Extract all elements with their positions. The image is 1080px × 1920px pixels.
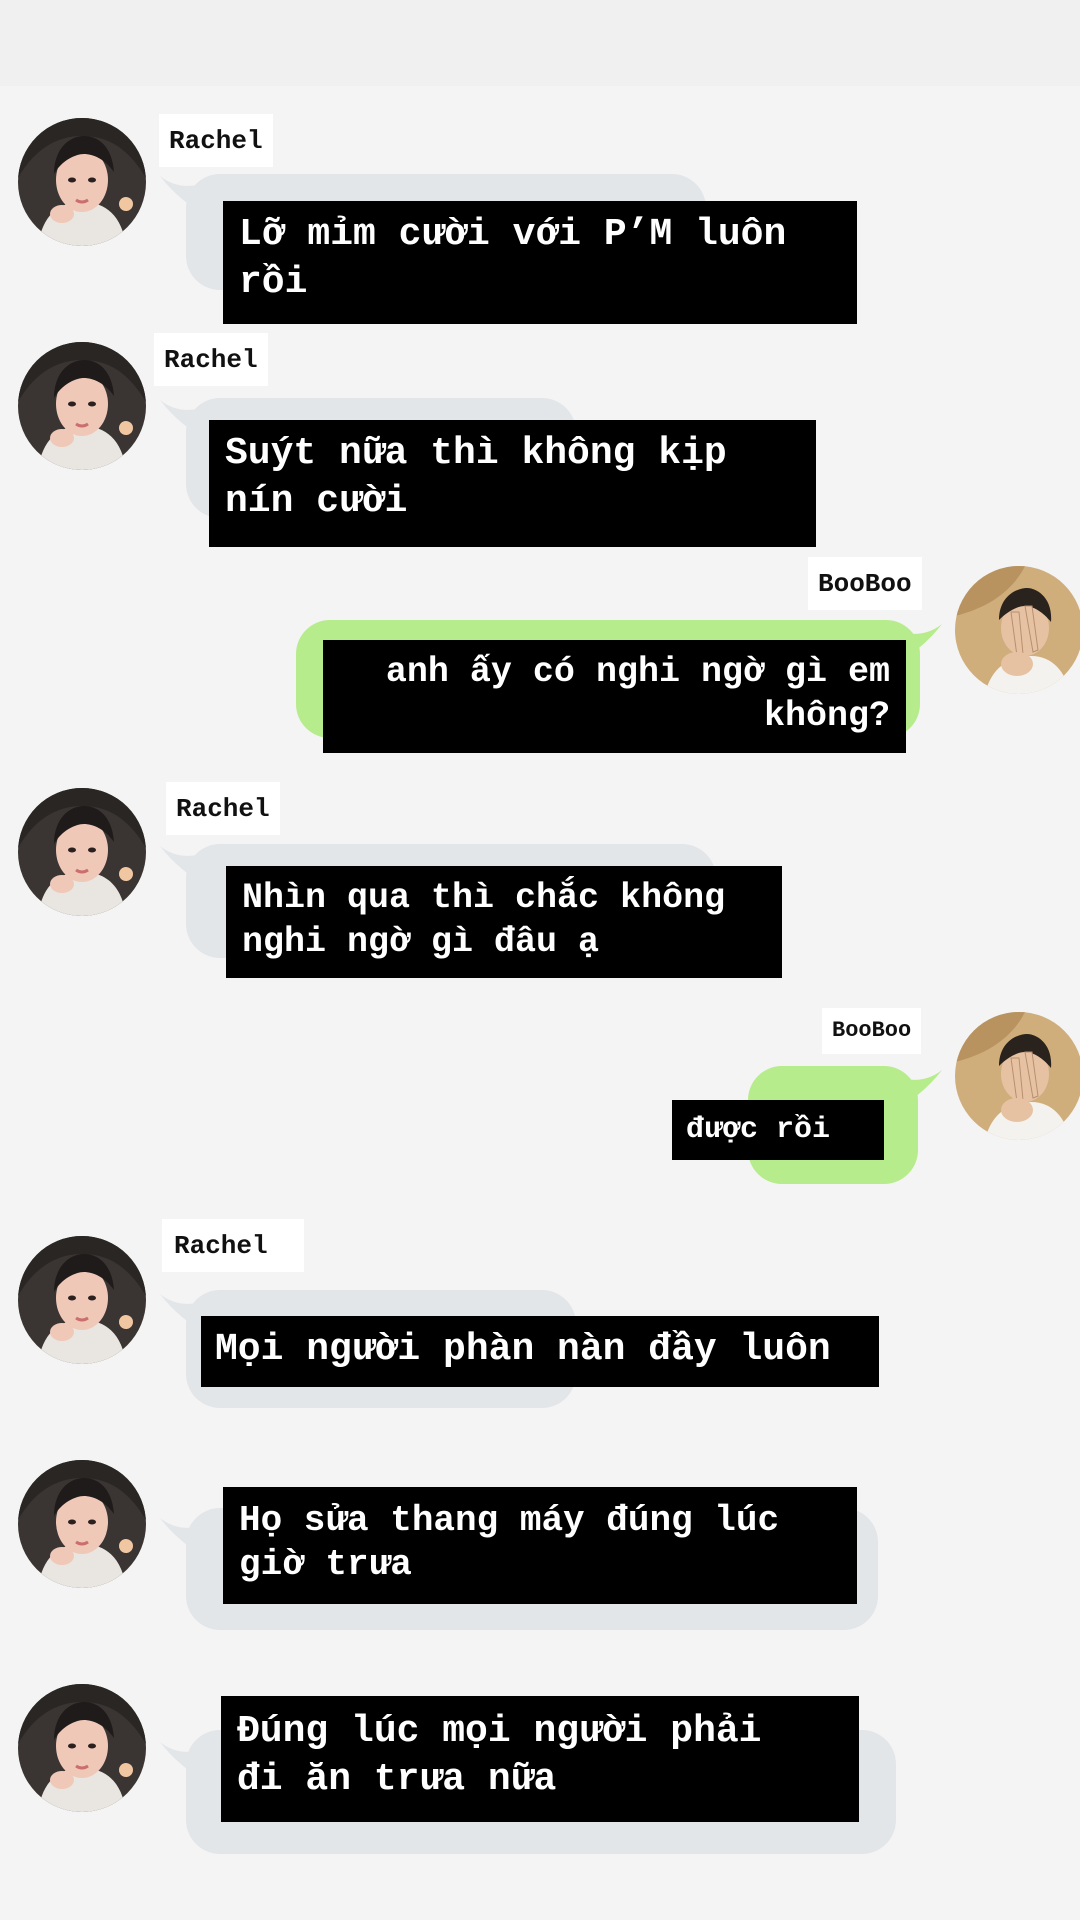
avatar-booboo[interactable] xyxy=(955,566,1080,694)
sender-name: Rachel xyxy=(162,1219,304,1272)
message-text: Lỡ mỉm cười với P’M luôn rồi xyxy=(223,201,857,324)
top-bar xyxy=(0,0,1080,86)
sender-name: Rachel xyxy=(154,333,268,386)
sender-name: Rachel xyxy=(159,114,273,167)
message-text: Đúng lúc mọi người phải đi ăn trưa nữa xyxy=(221,1696,859,1822)
message-text: Nhìn qua thì chắc không nghi ngờ gì đâu … xyxy=(226,866,782,978)
message-text: Suýt nữa thì không kịp nín cười xyxy=(209,420,816,547)
message-text: được rồi xyxy=(672,1100,884,1160)
avatar-rachel[interactable] xyxy=(18,118,146,246)
avatar-rachel[interactable] xyxy=(18,1460,146,1588)
sender-name: Rachel xyxy=(166,782,280,835)
avatar-rachel[interactable] xyxy=(18,342,146,470)
avatar-rachel[interactable] xyxy=(18,1684,146,1812)
avatar-rachel[interactable] xyxy=(18,788,146,916)
message-text: Mọi người phàn nàn đầy luôn xyxy=(201,1316,879,1387)
sender-name: BooBoo xyxy=(822,1008,922,1054)
avatar-rachel[interactable] xyxy=(18,1236,146,1364)
avatar-booboo[interactable] xyxy=(955,1012,1080,1140)
message-text: anh ấy có nghi ngờ gì em không? xyxy=(323,640,906,753)
message-text: Họ sửa thang máy đúng lúc giờ trưa xyxy=(223,1487,857,1604)
sender-name: BooBoo xyxy=(808,557,922,610)
